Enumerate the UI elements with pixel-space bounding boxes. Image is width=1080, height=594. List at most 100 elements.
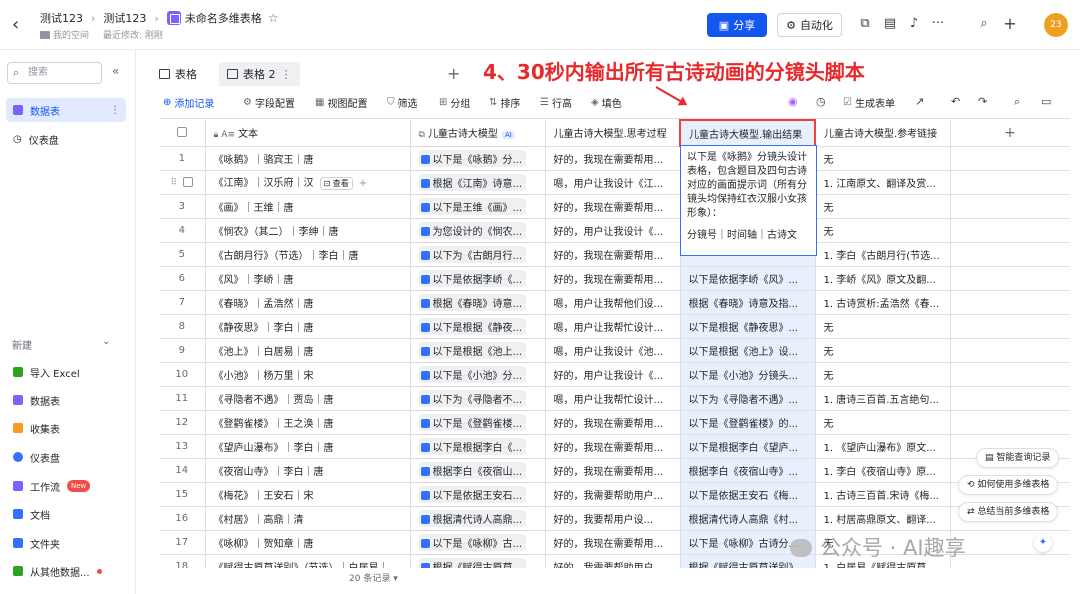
table-row[interactable]: 3 《画》｜王维｜唐 以下是王维《画》... 好的，我现在需要帮用... 无 <box>159 194 1070 219</box>
cell-text[interactable]: 《赋得古原草送别》（节选）｜白居易｜ <box>205 554 411 568</box>
cell-link[interactable]: 无 <box>815 314 951 339</box>
column-header-think[interactable]: 儿童古诗大模型.思考过程 <box>545 120 681 147</box>
table-row[interactable]: 4 《悯农》（其二）｜李绅｜唐 为您设计的《悯农... 好的，用户让我设计《... 无 <box>159 218 1070 243</box>
add-record-button[interactable]: ⊕ 添加记录 <box>163 95 214 110</box>
cell-output[interactable]: 以下是《登鹳雀楼》的... <box>680 410 816 435</box>
cell-output[interactable]: 以下是依据王安石《梅... <box>680 482 816 507</box>
sidebar-search-input[interactable]: ⌕ 搜索 <box>7 62 102 84</box>
table-row[interactable]: 13 《望庐山瀑布》｜李白｜唐 以下是根据李白《... 好的，我现在需要帮用... 以下… <box>159 434 1070 459</box>
new-dashboard[interactable]: 仪表盘 <box>6 445 126 469</box>
cell-text[interactable]: 《咏鹅》｜骆宾王｜唐 <box>205 146 411 171</box>
cell-text[interactable]: 《小池》｜杨万里｜宋 <box>205 362 411 387</box>
cell-text[interactable]: 《风》｜李峤｜唐 <box>205 266 411 291</box>
cell-output[interactable]: 以下是根据《静夜思》... <box>680 314 816 339</box>
table-row[interactable]: 9 《池上》｜白居易｜唐 以下是根据《池上... 嗯，用户让我设计《池... 以下是根据… <box>159 338 1070 363</box>
table-row[interactable]: 10 《小池》｜杨万里｜宋 以下是《小池》分... 好的，用户让我设计《... 以下是《… <box>159 362 1070 387</box>
cell-link[interactable]: 无 <box>815 410 951 435</box>
add-icon[interactable]: + <box>359 178 367 189</box>
cell-text[interactable]: 《夜宿山寺》｜李白｜唐 <box>205 458 411 483</box>
document-icon[interactable]: ▤ <box>881 15 899 33</box>
group-button[interactable]: ⊞ 分组 <box>439 95 470 110</box>
cell-text[interactable]: 《古朗月行》（节选）｜李白｜唐 <box>205 242 411 267</box>
share-view-icon[interactable]: ↗ <box>915 95 924 108</box>
cell-model[interactable]: 根据《赋得古原草... <box>410 554 546 568</box>
column-header-output[interactable]: 儿童古诗大模型.输出结果 <box>679 119 816 147</box>
sort-button[interactable]: ⇅ 排序 <box>489 95 520 110</box>
cell-link[interactable]: 1. 村居高鼎原文、翻译... <box>815 506 951 531</box>
cell-think[interactable]: 嗯，用户让我设计《池... <box>545 338 681 363</box>
new-import-excel[interactable]: 导入 Excel <box>6 360 126 384</box>
cell-link[interactable]: 无 <box>815 338 951 363</box>
cell-model[interactable]: 以下是《咏鹅》分... <box>410 146 546 171</box>
cell-output[interactable]: 以下是根据《池上》设... <box>680 338 816 363</box>
find-icon[interactable]: ⌕ <box>1014 95 1020 109</box>
add-table-icon[interactable]: + <box>447 64 460 83</box>
generate-form-button[interactable]: ☑ 生成表单 <box>843 95 895 110</box>
back-icon[interactable]: ‹ <box>12 12 32 38</box>
more-icon[interactable]: ··· <box>929 15 947 33</box>
cell-model[interactable]: 以下是依据王安石... <box>410 482 546 507</box>
cell-think[interactable]: 嗯，用户让我设计《江... <box>545 170 681 195</box>
table-row[interactable]: 5 《古朗月行》（节选）｜李白｜唐 以下为《古朗月行... 好的，我现在需要帮用...… <box>159 242 1070 267</box>
cell-model[interactable]: 以下为《寻隐者不... <box>410 386 546 411</box>
cell-link[interactable]: 1. 《望庐山瀑布》原文... <box>815 434 951 459</box>
field-config-button[interactable]: ⚙ 字段配置 <box>243 95 295 110</box>
cell-model[interactable]: 以下是根据《池上... <box>410 338 546 363</box>
cell-text[interactable]: 《咏柳》｜贺知章｜唐 <box>205 530 411 555</box>
document-title[interactable]: 未命名多维表格 <box>185 10 262 26</box>
bell-icon[interactable]: ♪ <box>905 15 923 33</box>
chevron-down-icon[interactable]: ▾ <box>393 574 398 584</box>
cell-model[interactable]: 以下是《登鹳雀楼... <box>410 410 546 435</box>
cell-model[interactable]: 以下是根据李白《... <box>410 434 546 459</box>
filter-button[interactable]: ⛉ 筛选 <box>387 95 418 110</box>
sidebar-item-dashboard[interactable]: ◷ 仪表盘 <box>6 127 126 151</box>
cell-think[interactable]: 好的，我现在需要帮用... <box>545 434 681 459</box>
add-column-button[interactable]: + <box>950 120 1070 147</box>
cell-think[interactable]: 好的，我现在需要帮用... <box>545 242 681 267</box>
cell-think[interactable]: 好的，我现在需要帮用... <box>545 266 681 291</box>
row-height-button[interactable]: ☰ 行高 <box>540 95 572 110</box>
fill-color-button[interactable]: ◈ 填色 <box>591 95 622 110</box>
cell-think[interactable]: 好的，我现在需要帮用... <box>545 194 681 219</box>
new-folder[interactable]: 文件夹 <box>6 531 126 555</box>
cell-link[interactable]: 无 <box>815 218 951 243</box>
share-button[interactable]: ▣ 分享 <box>707 13 767 37</box>
cell-think[interactable]: 好的，我需要帮助用户... <box>545 482 681 507</box>
tab-table-1[interactable]: 表格 <box>151 62 205 86</box>
table-row[interactable]: 12 《登鹳雀楼》｜王之涣｜唐 以下是《登鹳雀楼... 好的，我现在需要帮用... 以下… <box>159 410 1070 435</box>
select-all-checkbox[interactable] <box>176 127 187 138</box>
cell-text[interactable]: 《画》｜王维｜唐 <box>205 194 411 219</box>
more-icon[interactable]: ⋮ <box>110 105 120 116</box>
cell-link[interactable]: 1. 唐诗三百首.五言绝句... <box>815 386 951 411</box>
cell-link[interactable]: 1. 江南原文、翻译及赏... <box>815 170 951 195</box>
redo-icon[interactable]: ↷ <box>978 95 987 108</box>
cell-think[interactable]: 好的，我要帮用户设... <box>545 506 681 531</box>
table-row[interactable]: 15 《梅花》｜王安石｜宋 以下是依据王安石... 好的，我需要帮助用户... 以下是依… <box>159 482 1070 507</box>
cell-think[interactable]: 好的，我现在需要帮用... <box>545 458 681 483</box>
cell-model[interactable]: 以下是《咏柳》古... <box>410 530 546 555</box>
cell-link[interactable]: 1. 李白《古朗月行(节选... <box>815 242 951 267</box>
cell-link[interactable]: 1. 古诗赏析:孟浩然《春... <box>815 290 951 315</box>
tab-table-2[interactable]: 表格 2 ⋮ <box>219 62 300 86</box>
breadcrumb-item[interactable]: 测试123 <box>103 10 146 26</box>
ai-assistant-icon[interactable]: ◉ <box>788 95 798 108</box>
cell-text[interactable]: 《江南》｜汉乐府｜汉 ⊡ 查看 + <box>205 170 411 195</box>
cell-text[interactable]: 《望庐山瀑布》｜李白｜唐 <box>205 434 411 459</box>
cell-model[interactable]: 为您设计的《悯农... <box>410 218 546 243</box>
new-form[interactable]: 收集表 <box>6 416 126 440</box>
table-row[interactable]: ⠿ 《江南》｜汉乐府｜汉 ⊡ 查看 + 根据《江南》诗意... 嗯，用户让我设计《江...… <box>159 170 1070 195</box>
row-select-cell[interactable]: ⠿ <box>159 170 206 195</box>
cell-model[interactable]: 以下为《古朗月行... <box>410 242 546 267</box>
doc-location[interactable]: 我的空间 <box>53 31 89 41</box>
cell-text[interactable]: 《梅花》｜王安石｜宋 <box>205 482 411 507</box>
table-row[interactable]: 8 《静夜思》｜李白｜唐 以下是根据《静夜... 嗯，用户让我帮忙设计... 以下是根据… <box>159 314 1070 339</box>
cell-output[interactable]: 根据《春晓》诗意及指... <box>680 290 816 315</box>
column-header-model[interactable]: ⧉ 儿童古诗大模型 AI <box>410 120 546 147</box>
summarize-button[interactable]: ⇄ 总结当前多维表格 <box>958 502 1059 522</box>
row-checkbox[interactable] <box>183 176 194 187</box>
column-header-link[interactable]: 儿童古诗大模型.参考链接 <box>815 120 951 147</box>
cell-text[interactable]: 《春晓》｜孟浩然｜唐 <box>205 290 411 315</box>
table-row[interactable]: 11 《寻隐者不遇》｜贾岛｜唐 以下为《寻隐者不... 嗯，用户让我帮忙设计... 以下… <box>159 386 1070 411</box>
view-record-button[interactable]: ⊡ 查看 <box>319 177 353 190</box>
new-workflow[interactable]: 工作流 New <box>6 474 126 498</box>
